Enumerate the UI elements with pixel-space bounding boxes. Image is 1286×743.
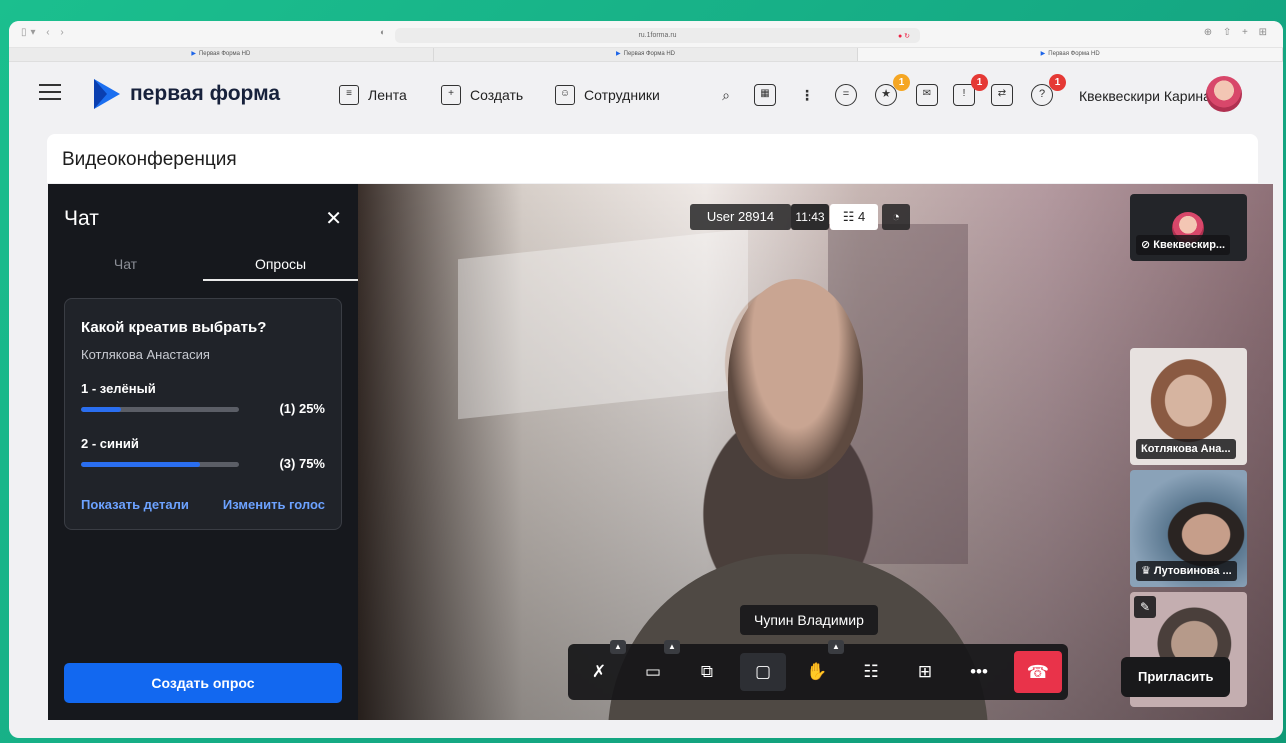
tab-label: Первая Форма HD [1048,51,1100,57]
participant-name: Котлякова Ана... [1136,439,1236,459]
participant-name: ⊘ Квеквескир... [1136,235,1231,255]
privacy-icon[interactable]: ◐ [380,27,385,37]
poll-option-bar [81,407,239,412]
participant-tile[interactable]: ♛ Лутовинова ... [1130,470,1247,587]
hangup-icon[interactable]: ☎ [1014,651,1062,693]
browser-tabs: ▶ Первая Форма HD ▶ Первая Форма HD ▶ Перва… [9,48,1283,62]
grid-layout-icon[interactable]: ⊞ [906,653,944,691]
screen-share-icon[interactable]: ⧉ [688,653,726,691]
chevron-up-icon[interactable]: ▲ [828,640,844,654]
chat-tabs: Чат Опросы [48,251,358,281]
poll-question: Какой креатив выбрать? [81,319,267,336]
nav-feed-label: Лента [368,87,407,103]
video-background-cabinet [458,228,748,420]
change-vote-link[interactable]: Изменить голос [223,497,325,512]
browser-tab-active[interactable]: ▶ Первая Форма HD [858,48,1283,61]
chevron-up-icon[interactable]: ▲ [664,640,680,654]
poll-option-result: (1) 25% [279,401,325,416]
participants-icon: ☷ [842,209,855,224]
poll-option-fill [81,462,200,467]
nav-employees[interactable]: ☺ Сотрудники [555,85,660,105]
page-header-card: Видеоконференция [47,134,1258,183]
share-newtab-icons[interactable]: ⊕ ⇧ + ⊞ [1204,27,1271,38]
browser-tab[interactable]: ▶ Первая Форма HD [434,48,859,61]
participant-tile[interactable]: Котлякова Ана... [1130,348,1247,465]
chat-title: Чат [64,207,99,230]
participant-tile[interactable]: ⊘ Квеквескир... [1130,194,1247,261]
chat-toggle-icon[interactable]: ▢ [740,653,786,691]
nav-feed[interactable]: ≡ Лента [339,85,407,105]
chevron-up-icon[interactable]: ▲ [610,640,626,654]
call-timer: 11:43 [791,204,829,230]
create-icon: + [441,85,461,105]
tab-label: Первая Форма HD [198,51,251,57]
tab-chat[interactable]: Чат [48,251,203,281]
tasks-icon[interactable]: ⇄ [991,84,1013,106]
invite-button[interactable]: Пригласить [1121,657,1231,697]
notifications-badge: 1 [971,74,988,91]
browser-toolbar: ▯▾ ‹ › ◐ ru.1forma.ru ● ↻ ⊕ ⇧ + ⊞ [9,21,1283,48]
main-video[interactable]: User 28914 11:43 ☷ 4 ◔ ⊘ Квеквескир... К… [358,184,1273,720]
sidebar-back-forward-icons[interactable]: ▯▾ ‹ › [21,27,68,38]
play-icon: ▶ [616,51,621,57]
logo[interactable]: первая форма [94,79,280,109]
close-icon[interactable]: ✕ [325,206,342,231]
create-poll-button[interactable]: Создать опрос [64,663,342,703]
nav-create[interactable]: + Создать [441,85,523,105]
user-name[interactable]: Квеквескири Карина [1079,88,1211,104]
address-bar[interactable]: ru.1forma.ru ● ↻ [395,28,920,43]
tab-polls[interactable]: Опросы [203,251,358,281]
call-toolbar: ✗ ▲ ▭ ▲ ⧉ ▢ ✋ ▲ ☷ ⊞ ••• ☎ [568,640,1068,700]
poll-option-bar [81,462,239,467]
more-icon[interactable]: ••• [960,653,998,691]
logo-text: первая форма [130,82,281,105]
connection-speed-icon[interactable]: ◔ [882,204,910,230]
chat-panel: Чат ✕ Чат Опросы Какой креатив выбрать? … [48,184,358,720]
play-icon: ▶ [1040,51,1046,57]
poll-option-result: (3) 75% [279,456,325,471]
tab-label: Первая Форма HD [623,51,676,57]
poll-card: Какой креатив выбрать? Котлякова Анастас… [64,298,342,530]
nav-employees-label: Сотрудники [584,87,660,103]
calendar-icon[interactable]: ▦ [754,84,776,106]
participants-icon[interactable]: ☷ [852,653,890,691]
speaker-head [728,279,863,479]
poll-option-label: 1 - зелёный [81,381,156,396]
participants-count: 4 [858,209,866,224]
url-text: ru.1forma.ru [638,32,677,39]
nav-create-label: Создать [470,87,524,103]
crown-icon: ♛ [1141,565,1154,577]
logo-mark-icon [94,79,120,109]
menu-icon[interactable] [39,84,61,100]
raise-hand-icon[interactable]: ✋ [798,653,836,691]
call-user-label: User 28914 [690,204,791,230]
search-icon[interactable]: ⌕ [715,84,737,106]
mic-icon: ● ↻ [897,33,910,40]
play-icon: ▶ [191,51,196,57]
favorites-badge: 1 [893,74,910,91]
browser-window: ▯▾ ‹ › ◐ ru.1forma.ru ● ↻ ⊕ ⇧ + ⊞ ▶ Перва… [9,21,1283,738]
poll-option-label: 2 - синий [81,436,139,451]
show-details-link[interactable]: Показать детали [81,497,189,512]
avatar[interactable] [1206,76,1242,112]
poll-option-fill [81,407,121,412]
participant-name: ♛ Лутовинова ... [1136,561,1237,581]
mail-icon[interactable]: ✉ [916,84,938,106]
more-vertical-icon[interactable]: ⋮ [796,84,818,106]
mic-off-icon: ⊘ [1141,239,1154,251]
feed-icon: ≡ [339,85,359,105]
speaker-name-tooltip: Чупин Владимир [740,605,878,635]
poll-author: Котлякова Анастасия [81,347,210,362]
employees-icon: ☺ [555,85,575,105]
help-badge: 1 [1049,74,1066,91]
page-title: Видеоконференция [62,149,237,170]
mic-off-icon[interactable]: ✗ [580,653,618,691]
app-header: первая форма ≡ Лента + Создать ☺ Сотрудн… [9,62,1283,132]
chat-icon[interactable]: = [835,84,857,106]
pin-icon[interactable]: ✎ [1134,596,1156,618]
camera-off-icon[interactable]: ▭ [634,653,672,691]
participants-count-button[interactable]: ☷ 4 [830,204,878,230]
browser-tab[interactable]: ▶ Первая Форма HD [9,48,434,61]
